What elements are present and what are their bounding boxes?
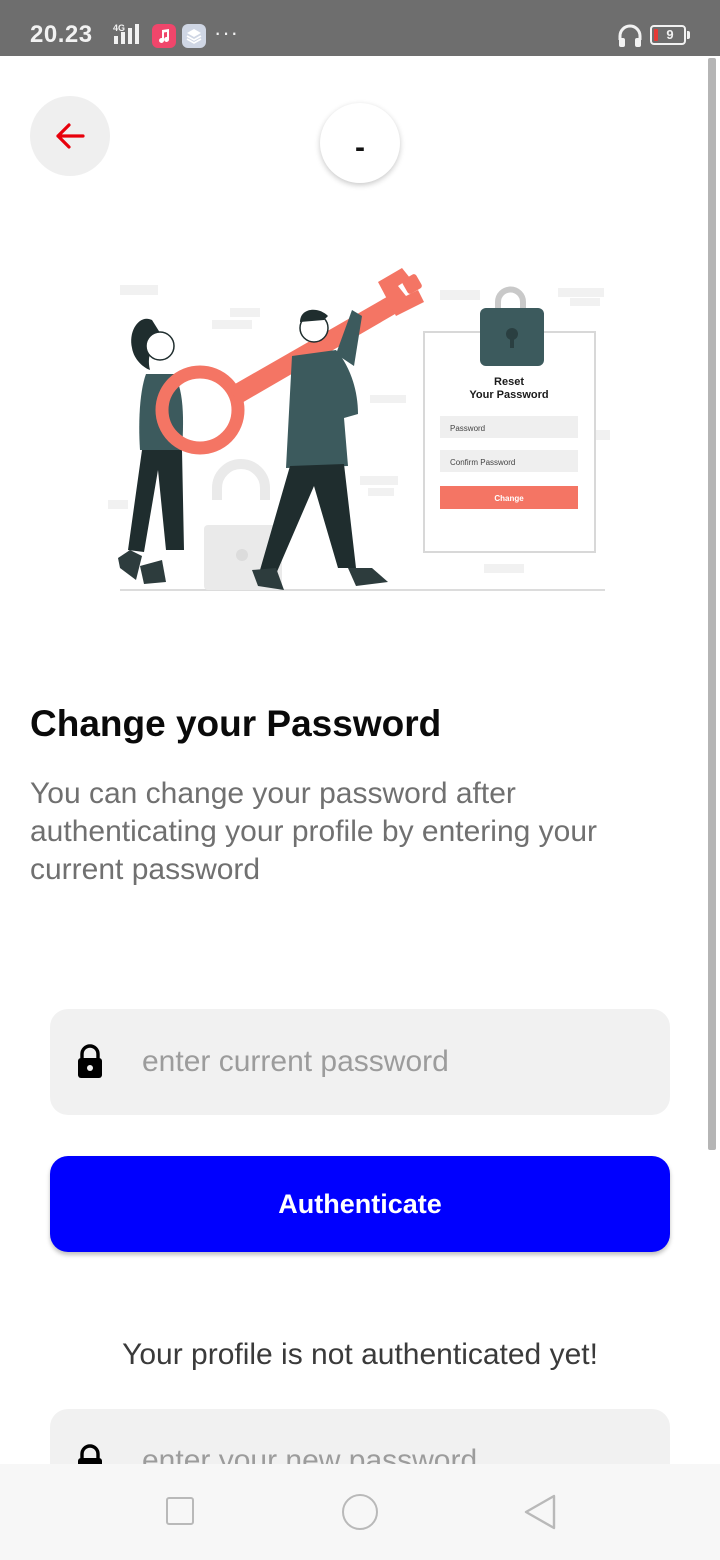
recent-apps-icon[interactable]: [166, 1497, 194, 1525]
page-title: Change your Password: [30, 703, 442, 744]
back-arrow-icon: [56, 123, 85, 149]
nav-back-icon[interactable]: [522, 1493, 558, 1531]
home-icon[interactable]: [342, 1494, 378, 1530]
layers-app-icon: [182, 24, 206, 48]
authenticate-button[interactable]: Authenticate: [50, 1156, 670, 1252]
current-password-input[interactable]: [142, 1009, 642, 1115]
reset-password-illustration: Reset Your Password Password Confirm Pas…: [108, 268, 610, 591]
auth-status-text: Your profile is not authenticated yet!: [122, 1338, 598, 1371]
music-app-icon: [152, 24, 176, 48]
status-bar: 20.23 4G ··· 9: [0, 0, 720, 56]
card-title-line1: Reset: [494, 376, 524, 388]
avatar-initial: -: [355, 131, 365, 164]
back-button[interactable]: [30, 96, 110, 176]
current-password-field[interactable]: [50, 1009, 670, 1115]
lock-icon: [78, 1044, 102, 1078]
card-button: Change: [494, 494, 524, 503]
card-title-line2: Your Password: [469, 389, 548, 401]
network-type: 4G: [113, 23, 125, 33]
page-description: You can change your password after authe…: [30, 777, 598, 886]
headset-icon: [618, 24, 642, 47]
card-field1: Password: [450, 424, 485, 433]
battery-level: 9: [666, 27, 674, 42]
more-notifications-icon: ···: [214, 20, 239, 45]
battery-icon: 9: [650, 25, 686, 45]
avatar[interactable]: -: [320, 103, 400, 183]
scrollbar[interactable]: [708, 58, 716, 1150]
signal-icon: 4G: [113, 23, 139, 44]
card-field2: Confirm Password: [450, 458, 515, 467]
status-time: 20.23: [30, 21, 93, 48]
